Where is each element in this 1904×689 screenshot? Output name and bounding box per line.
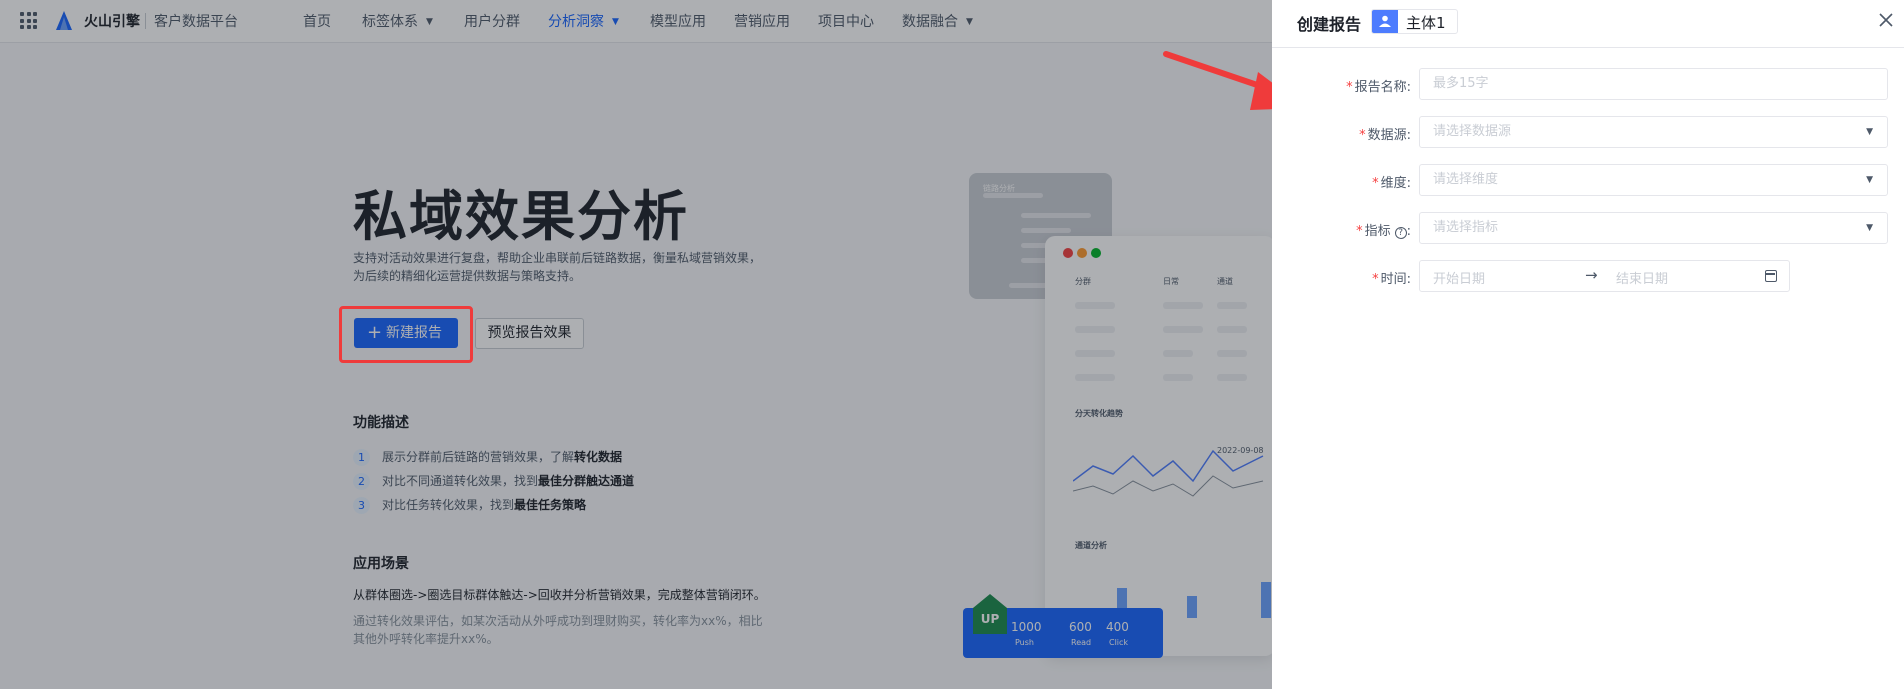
metric-label: * 指标?: xyxy=(1356,224,1411,239)
data-source-select[interactable]: 请选择数据源 ▼ xyxy=(1419,116,1888,148)
chevron-down-icon: ▼ xyxy=(1866,175,1873,185)
dimension-select[interactable]: 请选择维度 ▼ xyxy=(1419,164,1888,196)
subject-label: 主体1 xyxy=(1406,14,1446,32)
start-date-input[interactable]: 开始日期 xyxy=(1433,268,1485,287)
end-date-input[interactable]: 结束日期 xyxy=(1616,268,1668,287)
arrow-right-icon: → xyxy=(1585,266,1598,284)
report-name-input[interactable]: 最多15字 xyxy=(1419,68,1888,100)
subject-tag[interactable]: 主体1 xyxy=(1371,9,1458,34)
modal-overlay[interactable] xyxy=(0,0,1272,689)
report-name-label: * 报告名称: xyxy=(1346,80,1411,95)
dimension-label: * 维度: xyxy=(1372,176,1411,191)
data-source-label: * 数据源: xyxy=(1359,128,1411,143)
chevron-down-icon: ▼ xyxy=(1866,127,1873,137)
annotation-highlight-box xyxy=(339,306,473,363)
close-icon[interactable] xyxy=(1878,12,1894,28)
metric-select[interactable]: 请选择指标 ▼ xyxy=(1419,212,1888,244)
chevron-down-icon: ▼ xyxy=(1866,223,1873,233)
time-label: * 时间: xyxy=(1372,272,1411,287)
drawer-header: 创建报告 主体1 xyxy=(1272,0,1904,48)
calendar-icon[interactable] xyxy=(1765,270,1777,282)
date-range-picker[interactable]: 开始日期 → 结束日期 xyxy=(1419,260,1790,292)
create-report-drawer: 创建报告 主体1 * 报告名称: 最多15字 * 数据源: 请选择数据源 ▼ * 维度:… xyxy=(1272,0,1904,689)
drawer-title: 创建报告 xyxy=(1297,15,1362,34)
help-icon[interactable]: ? xyxy=(1394,227,1407,239)
user-icon xyxy=(1372,10,1398,33)
